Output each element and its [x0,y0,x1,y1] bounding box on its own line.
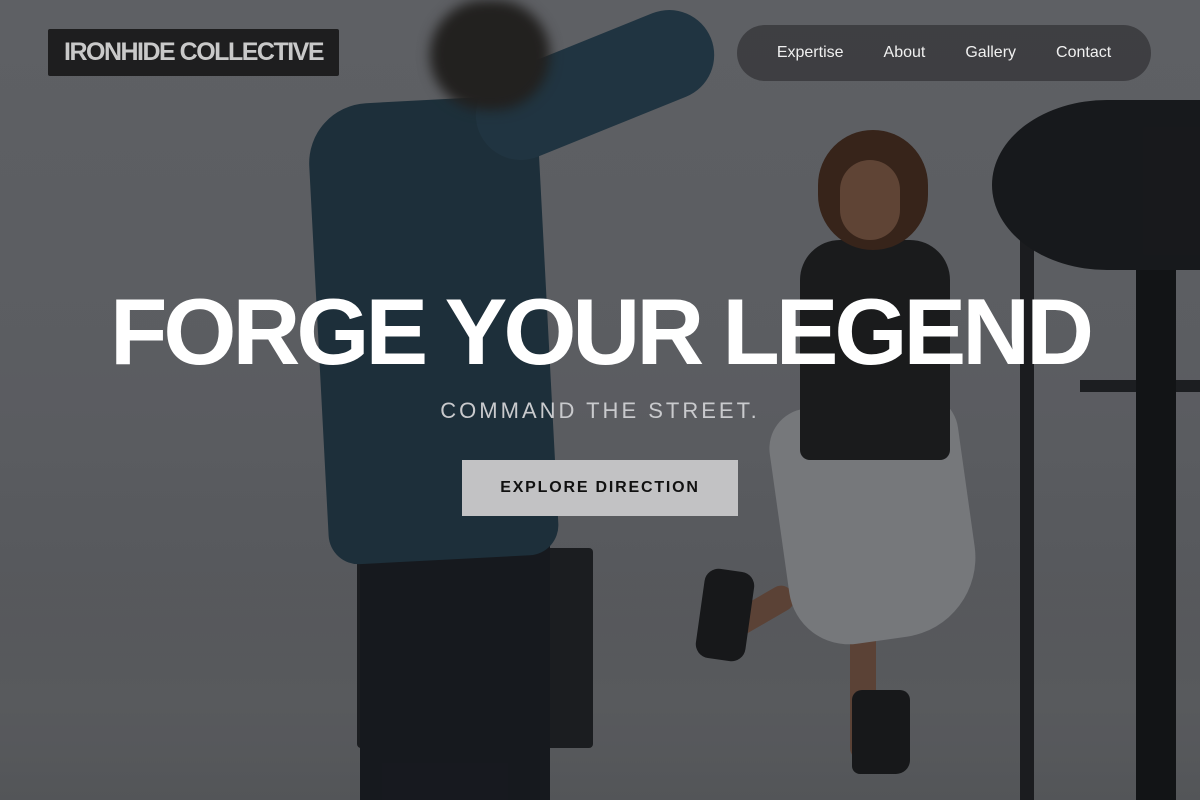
hero-subheadline: COMMAND THE STREET. [440,398,760,423]
nav-item-gallery[interactable]: Gallery [965,44,1016,62]
hero-section: IRONHIDE COLLECTIVE Expertise About Gall… [0,0,1200,800]
explore-direction-button[interactable]: EXPLORE DIRECTION [462,460,738,516]
logo[interactable]: IRONHIDE COLLECTIVE [48,29,340,76]
nav-item-contact[interactable]: Contact [1056,44,1111,62]
nav-item-about[interactable]: About [884,44,926,62]
main-nav: Expertise About Gallery Contact [737,25,1151,81]
hero-headline: FORGE YOUR LEGEND [109,279,1094,384]
nav-item-expertise[interactable]: Expertise [777,44,844,62]
logo-text: IRONHIDE COLLECTIVE [64,38,325,66]
